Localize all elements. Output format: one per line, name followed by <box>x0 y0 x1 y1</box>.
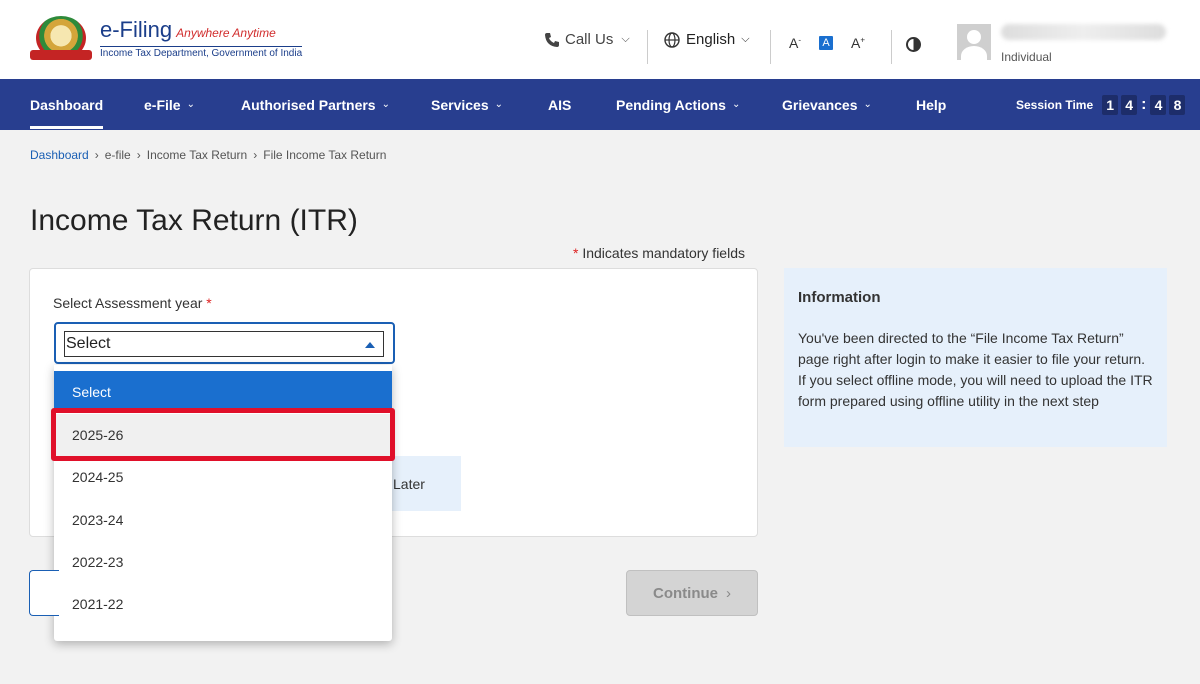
chevron-down-icon: ⌄ <box>731 99 741 110</box>
breadcrumb-efile[interactable]: e-file <box>105 148 131 162</box>
user-profile[interactable]: Individual <box>957 24 1166 64</box>
page-title: Income Tax Return (ITR) <box>30 204 358 237</box>
nav-dashboard[interactable]: Dashboard <box>30 79 104 130</box>
information-panel: Information You've been directed to the … <box>784 268 1167 447</box>
back-button[interactable] <box>29 570 59 616</box>
breadcrumb: Dashboard › e-file › Income Tax Return ›… <box>30 148 386 162</box>
chevron-down-icon: ⌄ <box>381 99 390 110</box>
session-digit: 8 <box>1169 94 1186 115</box>
brand-title: e-Filing <box>100 17 173 42</box>
avatar <box>957 24 991 60</box>
nav-authorised-partners[interactable]: Authorised Partners ⌄ <box>241 79 390 130</box>
chevron-down-icon: ⌄ <box>186 99 195 110</box>
continue-button[interactable]: Continue › <box>626 570 758 616</box>
breadcrumb-dashboard[interactable]: Dashboard <box>30 148 89 162</box>
chevron-right-icon: › <box>726 584 731 602</box>
dropdown-option-2024-25[interactable]: 2024-25 <box>54 456 392 498</box>
efiling-logo[interactable]: e-Filing Anywhere Anytime Income Tax Depa… <box>30 14 303 64</box>
dropdown-option-2023-24[interactable]: 2023-24 <box>54 499 392 541</box>
phone-icon <box>545 32 559 47</box>
nav-ais[interactable]: AIS <box>548 79 571 130</box>
top-header: e-Filing Anywhere Anytime Income Tax Depa… <box>0 0 1200 79</box>
info-title: Information <box>798 289 881 306</box>
info-text-line2: If you select offline mode, you will nee… <box>798 372 1153 409</box>
font-size-tools: A- A A+ <box>789 35 865 51</box>
chevron-right-icon: › <box>94 148 99 162</box>
session-label: Session Time <box>1016 97 1094 112</box>
nav-grievances[interactable]: Grievances ⌄ <box>782 79 872 130</box>
assessment-year-label: Select Assessment year * <box>53 295 212 311</box>
session-digit: 4 <box>1150 94 1167 115</box>
chevron-right-icon: › <box>253 148 258 162</box>
brand-subtitle: Income Tax Department, Government of Ind… <box>100 46 303 59</box>
font-decrease-button[interactable]: A- <box>789 35 801 51</box>
dropdown-option-select[interactable]: Select <box>54 371 392 413</box>
nav-services[interactable]: Services ⌄ <box>431 79 503 130</box>
chevron-down-icon: ⌵ <box>621 33 630 45</box>
session-timer: Session Time 1 4 : 4 8 <box>1016 79 1186 130</box>
caret-up-icon[interactable] <box>365 342 375 348</box>
assessment-year-dropdown: Select 2025-26 2024-25 2023-24 2022-23 2… <box>54 365 392 641</box>
emblem-icon <box>30 14 92 64</box>
globe-icon <box>664 31 680 48</box>
divider <box>770 30 771 64</box>
font-increase-button[interactable]: A+ <box>851 35 865 51</box>
session-digit: 1 <box>1102 94 1119 115</box>
dropdown-option-2021-22[interactable]: 2021-22 <box>54 583 392 625</box>
chevron-down-icon: ⌵ <box>741 33 750 45</box>
divider <box>647 30 648 64</box>
session-colon: : <box>1141 95 1147 113</box>
nav-pending-actions[interactable]: Pending Actions ⌄ <box>616 79 740 130</box>
call-us-menu[interactable]: Call Us ⌵ <box>544 0 630 79</box>
divider <box>891 30 892 64</box>
breadcrumb-income-tax-return[interactable]: Income Tax Return <box>147 148 248 162</box>
nav-help[interactable]: Help <box>916 79 946 130</box>
language-selector[interactable]: English ⌵ <box>664 0 750 79</box>
contrast-toggle-icon[interactable] <box>906 37 921 52</box>
user-role: Individual <box>1001 50 1052 64</box>
info-text-line1: You've been directed to the “File Income… <box>798 330 1146 367</box>
highlight-annotation-box <box>51 408 395 461</box>
font-normal-button[interactable]: A <box>819 36 834 50</box>
mandatory-note: * Indicates mandatory fields <box>573 245 745 261</box>
session-digit: 4 <box>1121 94 1138 115</box>
assessment-year-select-value[interactable]: Select <box>64 331 384 357</box>
language-label: English <box>686 31 736 48</box>
main-nav: Dashboard e-File ⌄ Authorised Partners ⌄ S… <box>0 79 1200 130</box>
user-name-redacted <box>1001 24 1166 40</box>
chevron-down-icon: ⌄ <box>863 99 872 110</box>
brand-tagline: Anywhere Anytime <box>176 26 276 40</box>
dropdown-option-2022-23[interactable]: 2022-23 <box>54 541 392 583</box>
chevron-right-icon: › <box>136 148 141 162</box>
breadcrumb-file-income-tax-return: File Income Tax Return <box>263 148 387 162</box>
call-us-label: Call Us <box>565 31 614 48</box>
nav-efile[interactable]: e-File ⌄ <box>144 79 195 130</box>
chevron-down-icon: ⌄ <box>494 99 503 110</box>
